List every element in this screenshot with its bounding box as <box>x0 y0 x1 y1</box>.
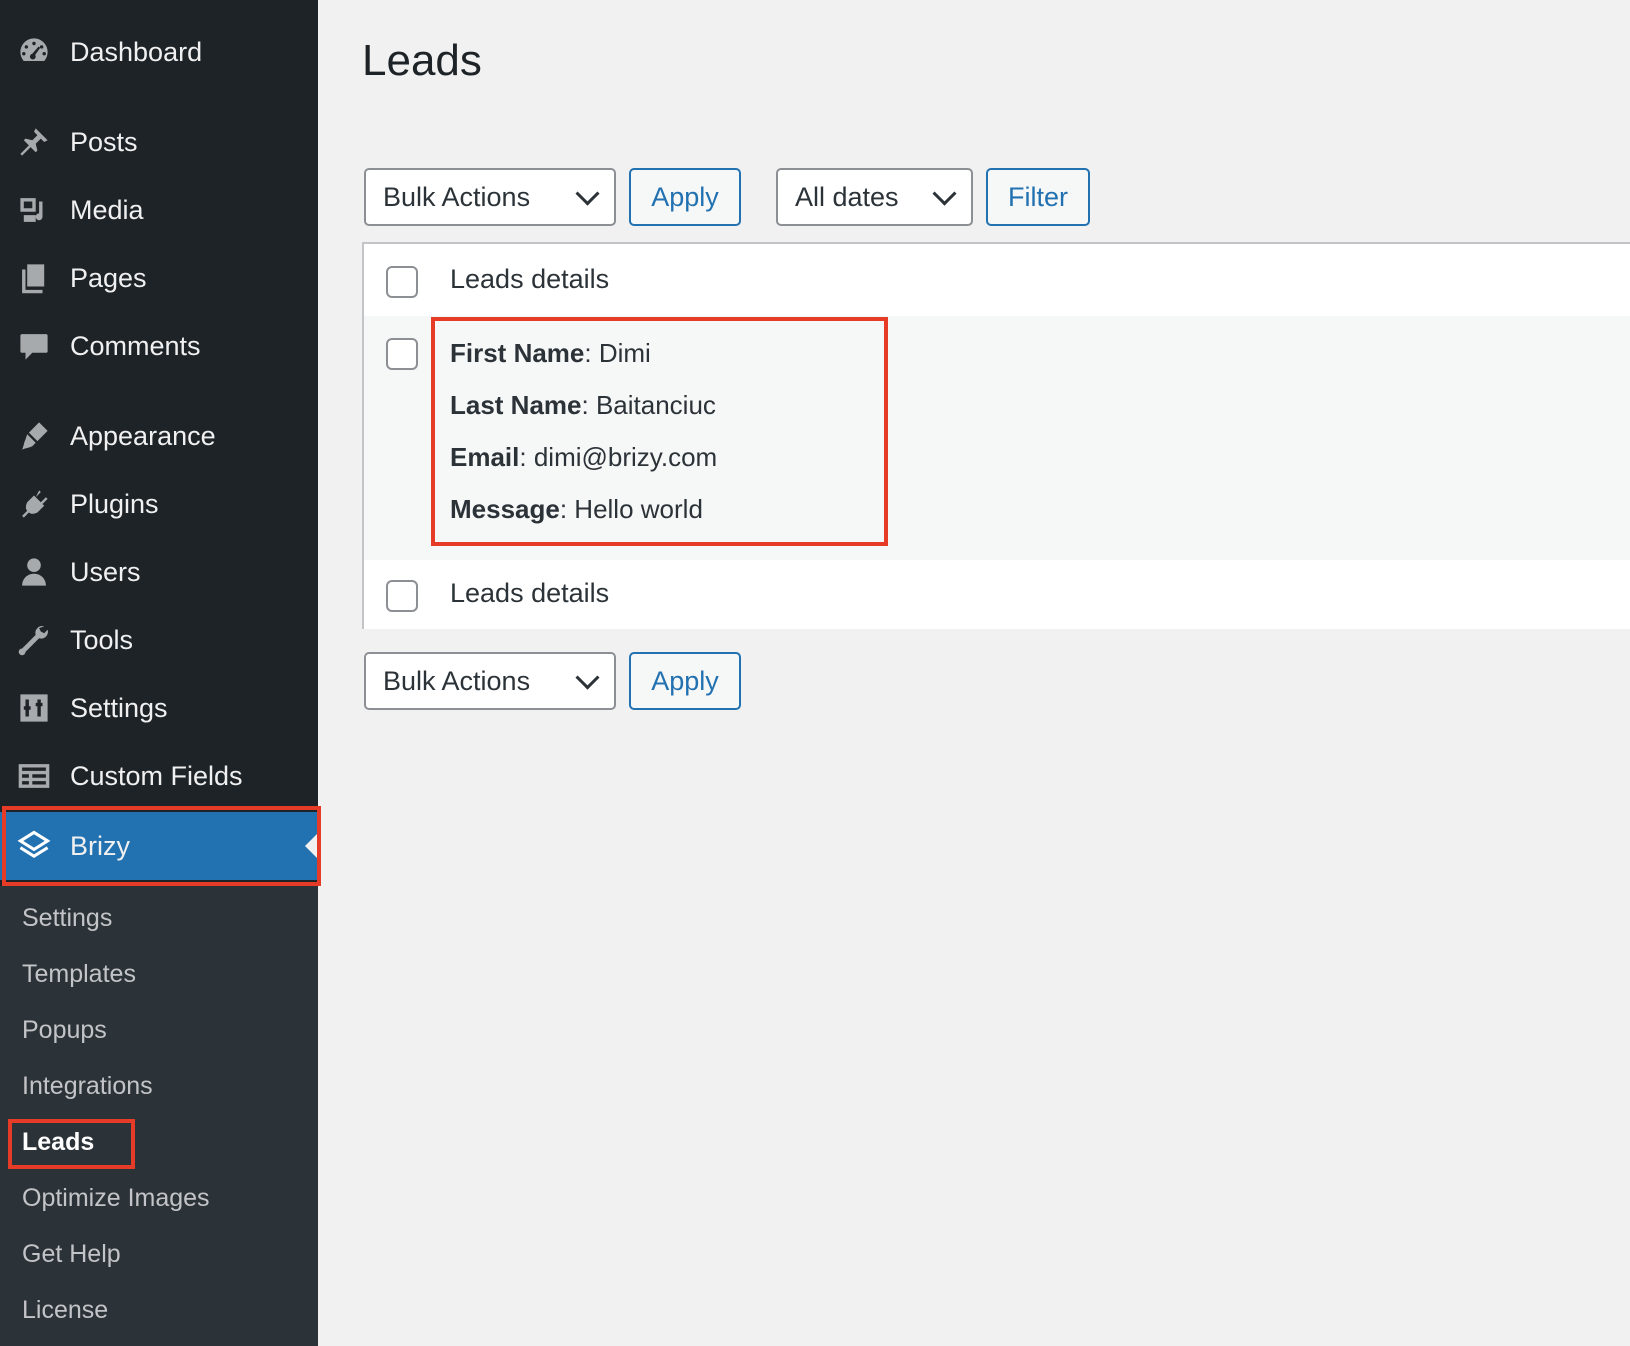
dashboard-icon <box>16 34 52 70</box>
sidebar-item-label: Pages <box>70 262 147 293</box>
leads-table: Leads details First Name: Dimi Last Name… <box>362 242 1630 629</box>
sidebar-item-custom-fields[interactable]: Custom Fields <box>0 744 318 808</box>
media-icon <box>16 192 52 228</box>
field-value: Dimi <box>598 338 651 368</box>
all-dates-label: All dates <box>795 181 899 212</box>
plugin-icon <box>16 486 52 522</box>
sidebar-item-label: Plugins <box>70 488 159 519</box>
table-icon <box>16 758 52 794</box>
sidebar-item-plugins[interactable]: Plugins <box>0 472 318 536</box>
apply-button-top[interactable]: Apply <box>629 168 741 226</box>
brizy-submenu: Settings Templates Popups Integrations L… <box>0 886 318 1346</box>
submenu-item-integrations[interactable]: Integrations <box>22 1072 153 1101</box>
submenu-item-leads[interactable]: Leads <box>22 1128 94 1157</box>
sidebar-item-media[interactable]: Media <box>0 178 318 242</box>
table-footer-row: Leads details <box>364 560 1630 629</box>
pages-icon <box>16 260 52 296</box>
bulk-actions-label: Bulk Actions <box>383 181 531 212</box>
sidebar-item-label: Custom Fields <box>70 760 243 791</box>
sidebar-item-label: Comments <box>70 330 201 361</box>
sidebar-item-label: Media <box>70 194 144 225</box>
pin-icon <box>16 124 52 160</box>
lead-last-name: Last Name: Baitanciuc <box>450 390 716 420</box>
bulk-actions-select-bottom[interactable]: Bulk Actions <box>364 652 616 710</box>
user-icon <box>16 554 52 590</box>
field-label: Last Name <box>450 390 582 420</box>
sidebar-item-dashboard[interactable]: Dashboard <box>0 20 318 84</box>
submenu-item-optimize-images[interactable]: Optimize Images <box>22 1184 210 1213</box>
sidebar-item-tools[interactable]: Tools <box>0 608 318 672</box>
table-row: First Name: Dimi Last Name: Baitanciuc E… <box>364 316 1630 562</box>
lead-email: Email: dimi@brizy.com <box>450 442 718 472</box>
sidebar-item-label: Users <box>70 556 141 587</box>
select-all-checkbox-footer[interactable] <box>386 580 418 612</box>
select-all-checkbox[interactable] <box>386 266 418 298</box>
submenu-item-license[interactable]: License <box>22 1296 108 1325</box>
sidebar-item-comments[interactable]: Comments <box>0 314 318 378</box>
sidebar-item-appearance[interactable]: Appearance <box>0 404 318 468</box>
chevron-down-icon <box>575 665 600 690</box>
sidebar-item-users[interactable]: Users <box>0 540 318 604</box>
column-footer-leads-details: Leads details <box>450 578 610 608</box>
filter-button[interactable]: Filter <box>986 168 1090 226</box>
sidebar-item-brizy[interactable]: Brizy <box>0 812 318 880</box>
apply-button-bottom[interactable]: Apply <box>629 652 741 710</box>
bulk-actions-select-top[interactable]: Bulk Actions <box>364 168 616 226</box>
brush-icon <box>16 418 52 454</box>
submenu-item-get-help[interactable]: Get Help <box>22 1240 121 1269</box>
field-value: Hello world <box>574 494 703 524</box>
sidebar-item-posts[interactable]: Posts <box>0 110 318 174</box>
admin-sidebar: Dashboard Posts Media Pages Comments App… <box>0 0 318 1346</box>
sidebar-item-label: Appearance <box>70 420 216 451</box>
bulk-actions-label: Bulk Actions <box>383 665 531 696</box>
sidebar-item-settings[interactable]: Settings <box>0 676 318 740</box>
field-label: First Name <box>450 338 585 368</box>
column-header-leads-details: Leads details <box>450 264 610 294</box>
lead-first-name: First Name: Dimi <box>450 338 651 368</box>
layers-icon <box>16 828 52 864</box>
page-title: Leads <box>362 36 482 85</box>
comment-icon <box>16 328 52 364</box>
settings-sliders-icon <box>16 690 52 726</box>
submenu-item-popups[interactable]: Popups <box>22 1016 107 1045</box>
field-label: Message <box>450 494 560 524</box>
field-label: Email <box>450 442 520 472</box>
sidebar-item-label: Tools <box>70 624 134 655</box>
sidebar-item-label: Brizy <box>70 830 130 861</box>
sidebar-item-pages[interactable]: Pages <box>0 246 318 310</box>
submenu-item-templates[interactable]: Templates <box>22 960 136 989</box>
sidebar-item-label: Posts <box>70 126 138 157</box>
submenu-item-settings[interactable]: Settings <box>22 904 112 933</box>
wrench-icon <box>16 622 52 658</box>
field-value: dimi@brizy.com <box>533 442 718 472</box>
chevron-down-icon <box>932 181 957 206</box>
sidebar-item-label: Dashboard <box>70 36 203 67</box>
date-filter-select[interactable]: All dates <box>776 168 973 226</box>
field-value: Baitanciuc <box>595 390 716 420</box>
sidebar-item-label: Settings <box>70 692 168 723</box>
table-header-row: Leads details <box>364 244 1630 318</box>
chevron-down-icon <box>575 181 600 206</box>
row-checkbox[interactable] <box>386 338 418 370</box>
lead-message: Message: Hello world <box>450 494 703 524</box>
